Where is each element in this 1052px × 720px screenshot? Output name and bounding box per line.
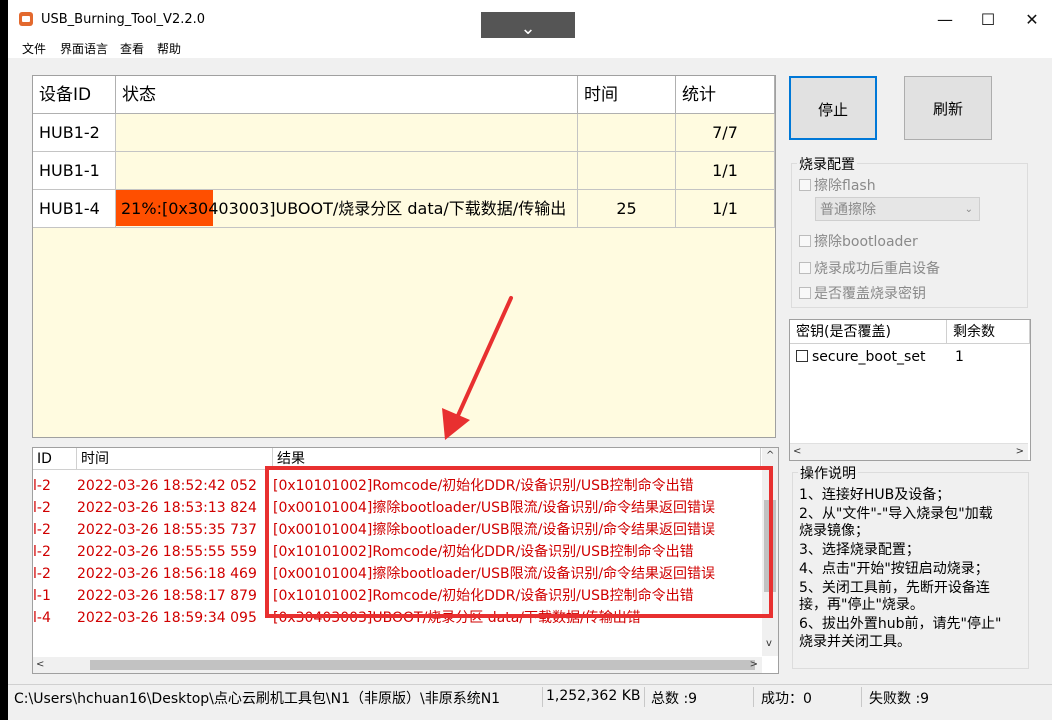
status-bar: C:\Users\hchuan16\Desktop\点心云刷机工具包\N1（非原…: [8, 684, 1052, 709]
log-id: l-2: [33, 566, 51, 582]
help-line: 6、拔出外置hub前，请先"停止": [799, 616, 1002, 632]
help-title: 操作说明: [798, 463, 858, 483]
status-total: 总数 :9: [651, 691, 698, 707]
reboot-after-checkbox[interactable]: 烧录成功后重启设备: [799, 258, 940, 278]
app-icon: [19, 12, 33, 26]
stats-cell: 7/7: [676, 114, 775, 152]
log-id: l-2: [33, 544, 51, 560]
help-group: 操作说明 1、连接好HUB及设备； 2、从"文件"-"导入烧录包"加载 烧录镜像…: [789, 459, 1029, 669]
erase-flash-checkbox[interactable]: 擦除flash: [799, 175, 876, 195]
status-cell: 21%:[0x30403003]UBOOT/烧录分区 data/下载数据/传输出: [116, 190, 578, 228]
time-cell: [578, 152, 676, 190]
reboot-after-label: 烧录成功后重启设备: [814, 261, 940, 277]
config-title: 烧录配置: [797, 154, 857, 174]
chevron-left-icon[interactable]: <: [793, 446, 801, 457]
status-success: 成功：0: [761, 691, 812, 707]
status-failed: 失败数 :9: [869, 691, 930, 707]
device-id-cell[interactable]: HUB1-4: [33, 190, 116, 228]
col-log-id[interactable]: ID: [33, 448, 77, 470]
chevron-right-icon[interactable]: >: [1016, 446, 1024, 457]
refresh-button[interactable]: 刷新: [904, 76, 992, 140]
erase-mode-select[interactable]: 普通擦除 ⌄: [815, 197, 980, 221]
status-path: C:\Users\hchuan16\Desktop\点心云刷机工具包\N1（非原…: [14, 691, 501, 707]
log-id: l-2: [33, 478, 51, 494]
stop-button[interactable]: 停止: [789, 76, 877, 140]
key-name: secure_boot_set: [812, 349, 926, 365]
time-cell: [578, 114, 676, 152]
log-time: 2022-03-26 18:56:18 469: [77, 566, 257, 582]
chevron-down-icon: ⌄: [964, 204, 973, 215]
chevron-down-icon[interactable]: v: [766, 638, 772, 649]
log-time: 2022-03-26 18:53:13 824: [77, 500, 257, 516]
divider: [861, 687, 862, 707]
close-button[interactable]: ✕: [1012, 10, 1052, 29]
menu-view[interactable]: 查看: [120, 40, 144, 57]
help-line: 4、点击"开始"按钮启动烧录；: [799, 561, 989, 577]
erase-bootloader-label: 擦除bootloader: [814, 234, 918, 250]
log-time: 2022-03-26 18:55:55 559: [77, 544, 257, 560]
log-id: l-1: [33, 588, 51, 604]
key-count: 1: [955, 349, 964, 365]
chevron-right-icon[interactable]: >: [750, 659, 758, 670]
status-text: 21%:[0x30403003]UBOOT/烧录分区 data/下载数据/传输出: [121, 199, 567, 218]
burn-config-group: 烧录配置 擦除flash 普通擦除 ⌄ 擦除bootloader 烧录成功后重启设…: [788, 150, 1028, 308]
log-id: l-2: [33, 500, 51, 516]
help-line: 3、选择烧录配置；: [799, 542, 920, 558]
help-line: 2、从"文件"-"导入烧录包"加载: [799, 506, 993, 522]
log-hscrollbar[interactable]: < >: [33, 657, 762, 673]
chevron-up-icon[interactable]: ^: [766, 450, 774, 461]
col-remaining[interactable]: 剩余数: [947, 320, 1030, 344]
menu-help[interactable]: 帮助: [157, 40, 181, 57]
log-time: 2022-03-26 18:52:42 052: [77, 478, 257, 494]
minimize-button[interactable]: —: [925, 10, 965, 29]
device-grid: 设备ID 状态 时间 统计 HUB1-2 7/7 HUB1-1 1/1 HUB1…: [32, 75, 776, 438]
status-cell: [116, 114, 578, 152]
erase-mode-value: 普通擦除: [820, 202, 876, 218]
log-time: 2022-03-26 18:58:17 879: [77, 588, 257, 604]
divider: [753, 687, 754, 707]
col-key[interactable]: 密钥(是否覆盖): [790, 320, 947, 344]
erase-bootloader-checkbox[interactable]: 擦除bootloader: [799, 231, 918, 251]
title-bar: USB_Burning_Tool_V2.2.0 ⌄ — ☐ ✕: [8, 0, 1052, 46]
scroll-thumb[interactable]: [90, 660, 755, 670]
stats-cell: 1/1: [676, 190, 775, 228]
col-device-id[interactable]: 设备ID: [33, 76, 116, 114]
status-cell: [116, 152, 578, 190]
window-title: USB_Burning_Tool_V2.2.0: [41, 12, 206, 27]
menu-file[interactable]: 文件: [22, 40, 46, 57]
erase-flash-label: 擦除flash: [814, 178, 876, 194]
help-line: 5、关闭工具前，先断开设备连: [799, 580, 990, 596]
log-id: l-2: [33, 522, 51, 538]
menu-language[interactable]: 界面语言: [60, 40, 108, 57]
app-window: USB_Burning_Tool_V2.2.0 ⌄ — ☐ ✕ 文件 界面语言 …: [8, 0, 1052, 720]
log-id: l-4: [33, 610, 51, 626]
col-stats[interactable]: 统计: [676, 76, 775, 114]
help-line: 接，再"停止"烧录。: [799, 597, 924, 613]
log-time: 2022-03-26 18:59:34 095: [77, 610, 257, 626]
key-list: 密钥(是否覆盖) 剩余数 secure_boot_set 1 < >: [789, 319, 1031, 461]
help-line: 烧录并关闭工具。: [799, 634, 911, 650]
time-cell: 25: [578, 190, 676, 228]
device-id-cell[interactable]: HUB1-1: [33, 152, 116, 190]
help-line: 1、连接好HUB及设备；: [799, 487, 951, 503]
col-log-time[interactable]: 时间: [77, 448, 273, 470]
divider: [542, 687, 543, 707]
maximize-button[interactable]: ☐: [968, 10, 1008, 29]
stats-cell: 1/1: [676, 152, 775, 190]
divider: [644, 687, 645, 707]
col-time[interactable]: 时间: [578, 76, 676, 114]
key-list-hscrollbar[interactable]: < >: [790, 443, 1028, 460]
overwrite-key-label: 是否覆盖烧录密钥: [814, 286, 926, 302]
status-size: 1,252,362 KB: [546, 688, 641, 704]
col-status[interactable]: 状态: [116, 76, 578, 114]
log-time: 2022-03-26 18:55:35 737: [77, 522, 257, 538]
overwrite-key-checkbox[interactable]: 是否覆盖烧录密钥: [799, 283, 926, 303]
device-id-cell[interactable]: HUB1-2: [33, 114, 116, 152]
menu-bar: 文件 界面语言 查看 帮助: [8, 38, 1052, 58]
key-item-checkbox[interactable]: secure_boot_set: [796, 348, 925, 366]
annotation-highlight-box: [265, 466, 773, 618]
chevron-left-icon[interactable]: <: [36, 659, 44, 670]
help-line: 烧录镜像；: [799, 523, 869, 539]
